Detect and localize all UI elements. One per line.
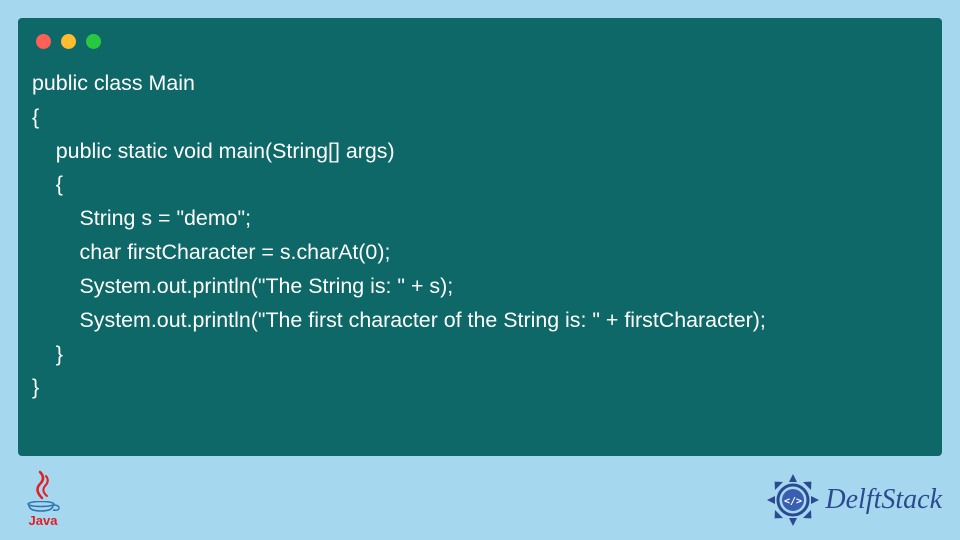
code-line: System.out.println("The first character … bbox=[32, 308, 766, 332]
code-line: public class Main bbox=[32, 71, 195, 95]
code-line: } bbox=[32, 342, 63, 366]
delftstack-logo: </> DelftStack bbox=[765, 472, 942, 528]
code-line: char firstCharacter = s.charAt(0); bbox=[32, 240, 390, 264]
delftstack-emblem-icon: </> bbox=[765, 472, 821, 528]
code-line: { bbox=[32, 105, 39, 129]
close-icon bbox=[36, 34, 51, 49]
java-logo-text: Java bbox=[29, 513, 58, 528]
java-steam-icon bbox=[30, 470, 56, 500]
code-line: public static void main(String[] args) bbox=[32, 139, 395, 163]
code-line: { bbox=[32, 172, 63, 196]
code-window: public class Main { public static void m… bbox=[18, 18, 942, 456]
svg-text:</>: </> bbox=[784, 496, 802, 507]
window-controls bbox=[18, 18, 942, 57]
maximize-icon bbox=[86, 34, 101, 49]
minimize-icon bbox=[61, 34, 76, 49]
code-line: String s = "demo"; bbox=[32, 206, 251, 230]
code-line: } bbox=[32, 375, 39, 399]
delftstack-logo-text: DelftStack bbox=[825, 484, 942, 516]
code-line: System.out.println("The String is: " + s… bbox=[32, 274, 453, 298]
code-content: public class Main { public static void m… bbox=[18, 57, 942, 419]
java-cup-icon bbox=[26, 500, 60, 512]
java-logo: Java bbox=[18, 466, 68, 528]
